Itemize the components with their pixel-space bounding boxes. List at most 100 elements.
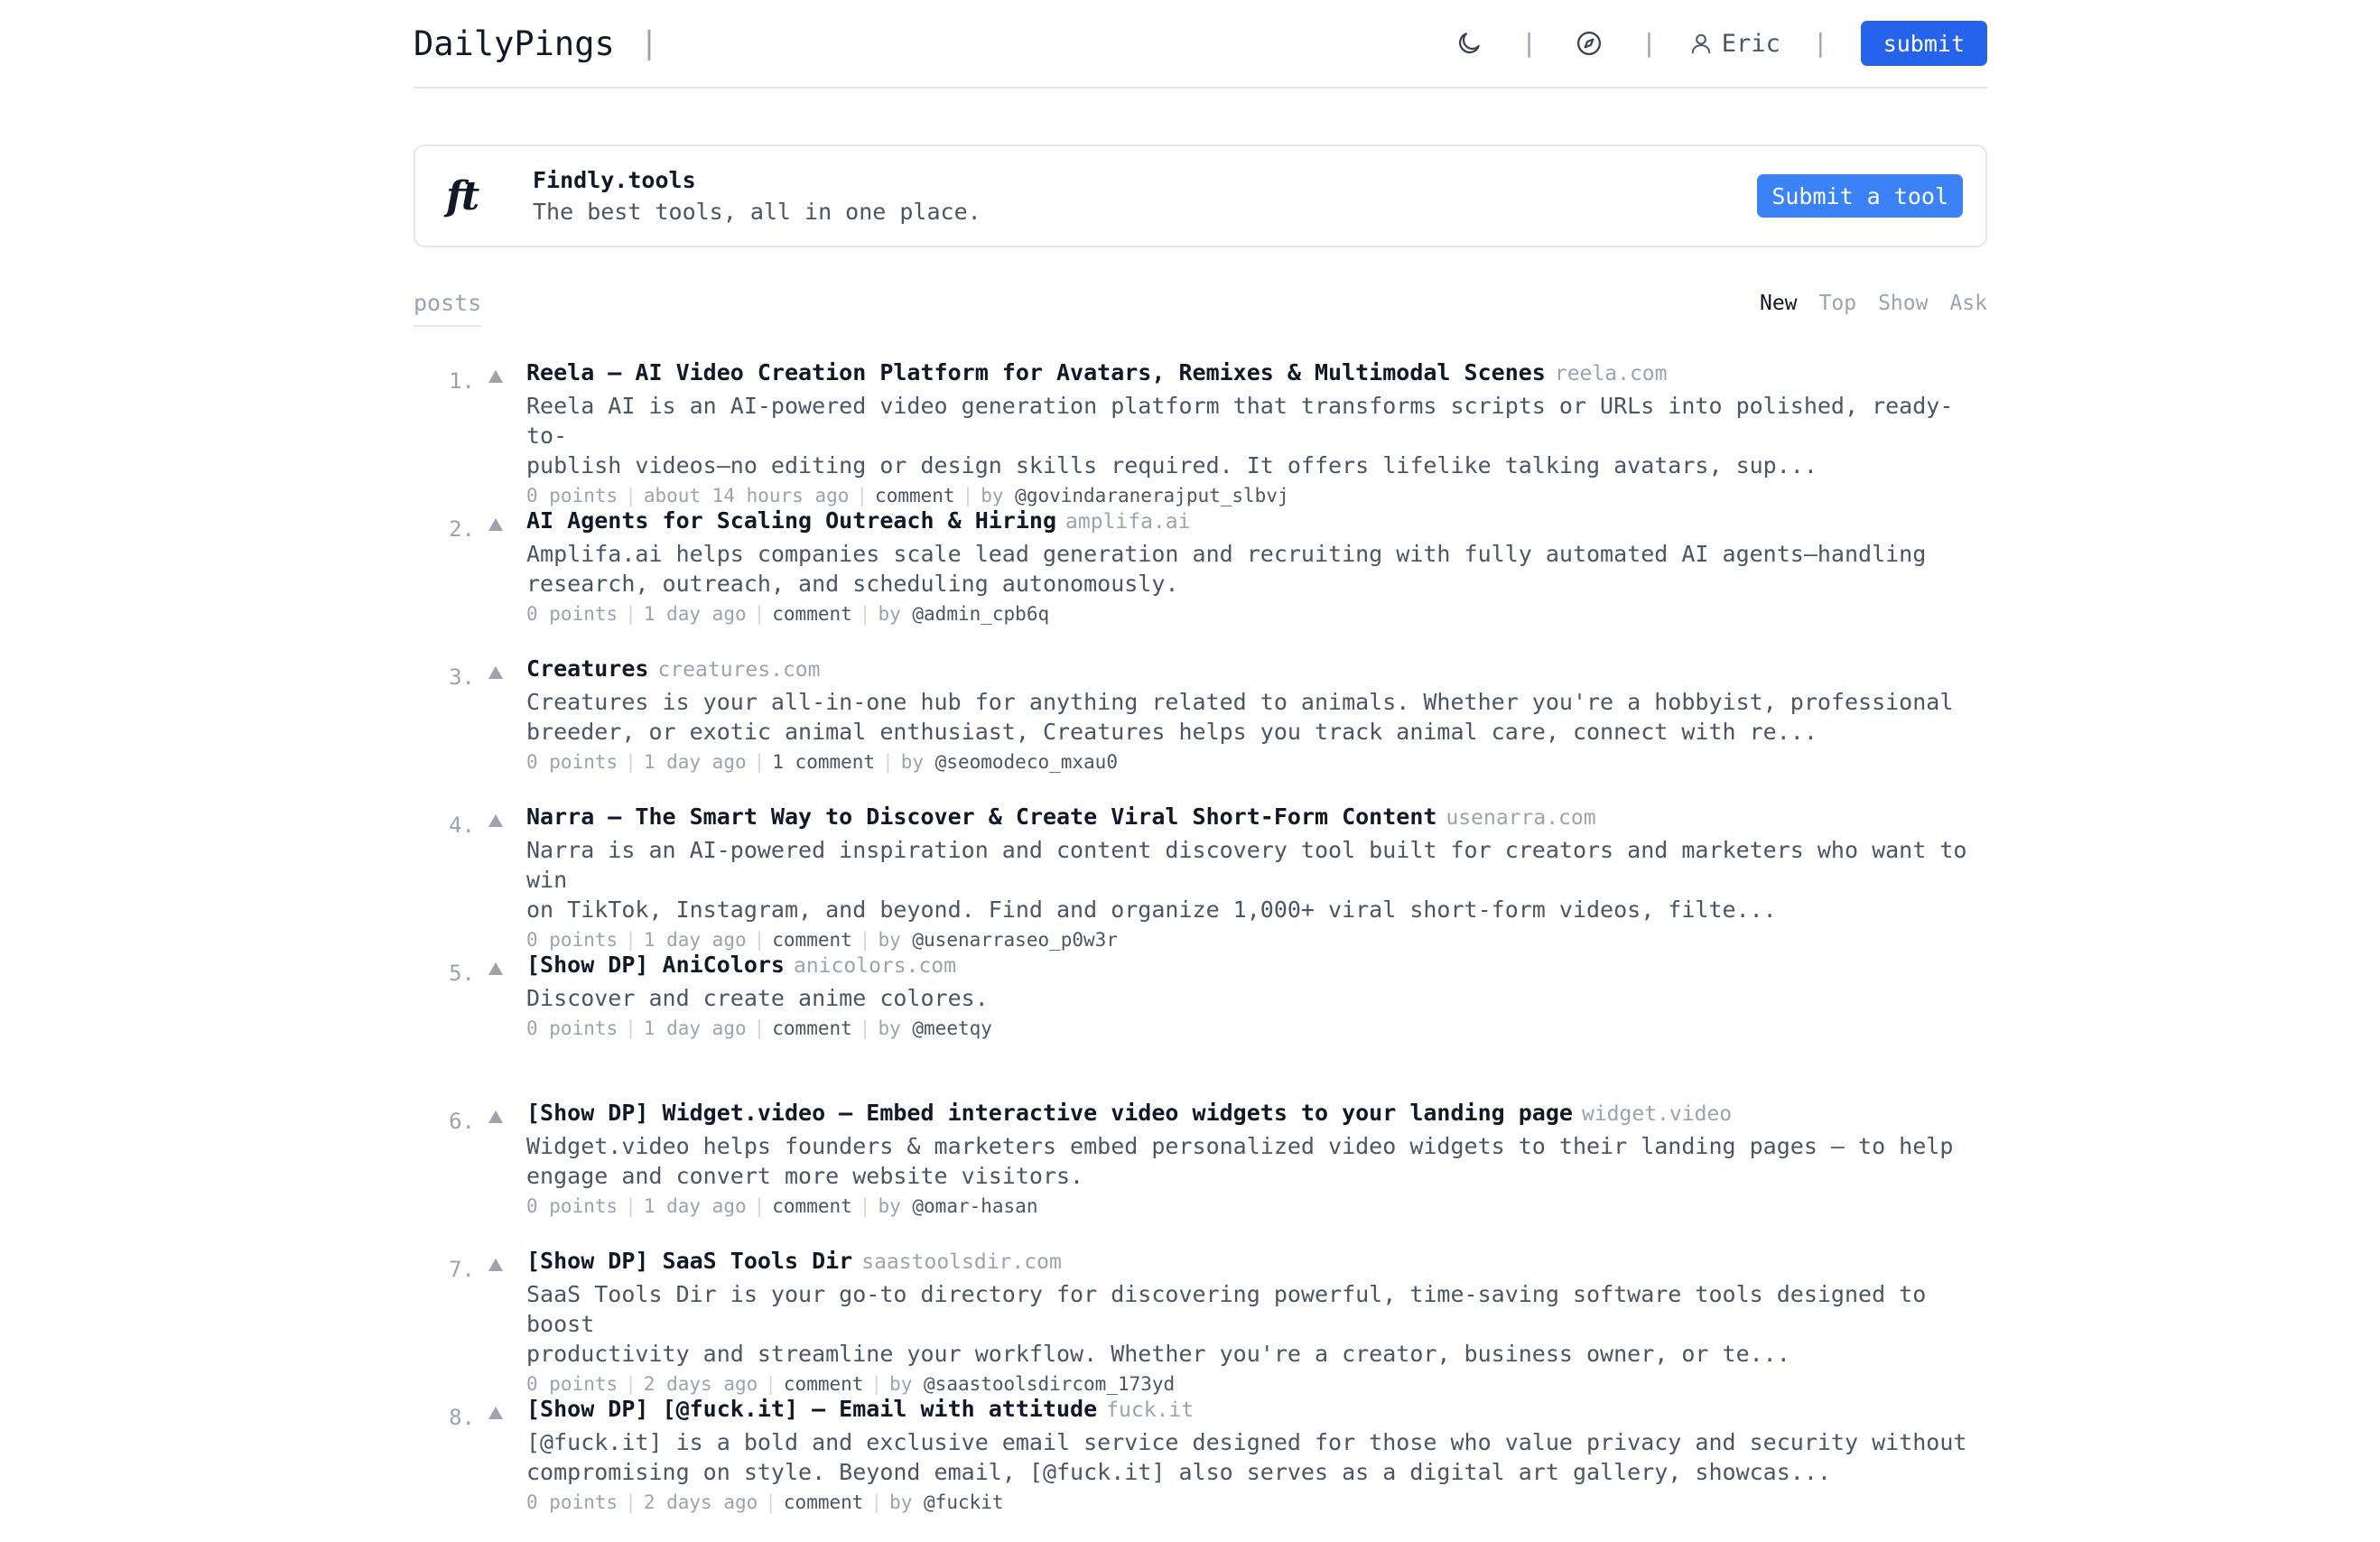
upvote-button[interactable] (475, 654, 516, 802)
post-body: Creatures creatures.com Creatures is your… (516, 654, 1987, 802)
post-time[interactable]: 1 day ago (644, 929, 747, 951)
upvote-button[interactable] (475, 1394, 516, 1542)
post-time[interactable]: 2 days ago (644, 1491, 758, 1513)
post-time[interactable]: 1 day ago (644, 1195, 747, 1217)
upvote-arrow-icon (488, 370, 503, 383)
post-domain[interactable]: creatures.com (657, 658, 820, 682)
post-title-line: [Show DP] Widget.video – Embed interacti… (526, 1098, 1987, 1129)
post-description-line: engage and convert more website visitors… (526, 1163, 1084, 1189)
post-description-line: Amplifa.ai helps companies scale lead ge… (526, 541, 1927, 567)
post-title[interactable]: Narra – The Smart Way to Discover & Crea… (526, 804, 1436, 830)
post-title-line: [Show DP] SaaS Tools Dir saastoolsdir.com (526, 1246, 1987, 1277)
upvote-button[interactable] (475, 506, 516, 654)
meta-divider: | (625, 1373, 637, 1395)
post-author[interactable]: @usenarraseo_p0w3r (912, 929, 1118, 951)
upvote-button[interactable] (475, 358, 516, 506)
post-domain[interactable]: reela.com (1555, 362, 1668, 386)
brand-logo[interactable]: DailyPings (414, 24, 615, 63)
post-description-line: Narra is an AI-powered inspiration and c… (526, 837, 1967, 893)
post-author[interactable]: @omar-hasan (912, 1195, 1037, 1217)
sponsor-title[interactable]: Findly.tools (533, 167, 1757, 193)
post-item: 2. AI Agents for Scaling Outreach & Hiri… (414, 506, 1987, 654)
post-comments-link[interactable]: comment (772, 1017, 852, 1039)
post-points: 0 points (526, 929, 618, 951)
post-title[interactable]: AI Agents for Scaling Outreach & Hiring (526, 507, 1056, 534)
post-time[interactable]: about 14 hours ago (644, 485, 850, 506)
post-rank: 3. (449, 664, 475, 690)
post-author[interactable]: @govindaranerajput_slbvj (1015, 485, 1288, 506)
post-domain[interactable]: fuck.it (1106, 1398, 1194, 1422)
post-comments-link[interactable]: comment (875, 485, 955, 506)
post-description-line: Reela AI is an AI-powered video generati… (526, 393, 1954, 449)
post-comments-link[interactable]: comment (772, 603, 852, 625)
posts-label: posts (414, 292, 482, 327)
post-body: Narra – The Smart Way to Discover & Crea… (516, 802, 1987, 951)
post-rank: 4. (449, 813, 475, 838)
post-author[interactable]: @fuckit (924, 1491, 1004, 1513)
moon-icon (1459, 33, 1480, 54)
post-title[interactable]: [Show DP] AniColors (526, 952, 785, 978)
post-body: [Show DP] SaaS Tools Dir saastoolsdir.com… (516, 1246, 1987, 1395)
meta-divider: | (859, 929, 871, 951)
post-item: 6. [Show DP] Widget.video – Embed intera… (414, 1098, 1987, 1246)
filter-new[interactable]: New (1760, 293, 1798, 314)
sponsor-card[interactable]: ft Findly.tools The best tools, all in o… (414, 144, 1987, 247)
posts-tabs-row: posts New Top Show Ask (414, 287, 1987, 327)
page: DailyPings | | | Eric | submit ft Findly… (414, 0, 1987, 1542)
explore-button[interactable] (1569, 23, 1609, 63)
post-time[interactable]: 1 day ago (644, 1017, 747, 1039)
post-time[interactable]: 2 days ago (644, 1373, 758, 1395)
post-title[interactable]: [Show DP] [@fuck.it] – Email with attitu… (526, 1396, 1097, 1422)
post-title[interactable]: [Show DP] Widget.video – Embed interacti… (526, 1100, 1573, 1126)
post-time[interactable]: 1 day ago (644, 603, 747, 625)
meta-divider: | (962, 485, 974, 506)
post-comments-link[interactable]: comment (772, 1195, 852, 1217)
post-rank: 1. (449, 368, 475, 394)
post-comments-link[interactable]: comment (784, 1491, 864, 1513)
post-title-line: Creatures creatures.com (526, 654, 1987, 684)
post-author[interactable]: @meetqy (912, 1017, 992, 1039)
post-domain[interactable]: usenarra.com (1446, 806, 1595, 830)
post-comments-link[interactable]: 1 comment (772, 751, 875, 773)
post-description-line: breeder, or exotic animal enthusiast, Cr… (526, 719, 1818, 745)
post-title[interactable]: [Show DP] SaaS Tools Dir (526, 1248, 852, 1274)
post-author[interactable]: @seomodeco_mxau0 (935, 751, 1118, 773)
upvote-button[interactable] (475, 802, 516, 950)
post-domain[interactable]: amplifa.ai (1065, 510, 1190, 534)
post-points: 0 points (526, 1491, 618, 1513)
post-comments-link[interactable]: comment (772, 929, 852, 951)
post-points: 0 points (526, 1017, 618, 1039)
post-item: 1. Reela – AI Video Creation Platform fo… (414, 358, 1987, 506)
post-time[interactable]: 1 day ago (644, 751, 747, 773)
filter-top[interactable]: Top (1819, 293, 1857, 314)
post-comments-link[interactable]: comment (784, 1373, 864, 1395)
upvote-arrow-icon (488, 1259, 503, 1271)
upvote-arrow-icon (488, 666, 503, 679)
submit-button[interactable]: submit (1860, 21, 1987, 66)
filter-ask[interactable]: Ask (1949, 293, 1987, 314)
submit-tool-button[interactable]: Submit a tool (1757, 174, 1963, 218)
post-description-line: Widget.video helps founders & marketers … (526, 1133, 1954, 1159)
upvote-button[interactable] (475, 1246, 516, 1394)
post-description-line: productivity and streamline your workflo… (526, 1341, 1790, 1367)
post-author[interactable]: @admin_cpb6q (912, 603, 1049, 625)
post-domain[interactable]: anicolors.com (794, 954, 956, 978)
post-title[interactable]: Reela – AI Video Creation Platform for A… (526, 359, 1546, 386)
meta-divider: | (753, 929, 766, 951)
post-author[interactable]: @saastoolsdircom_173yd (924, 1373, 1175, 1395)
meta-divider: | (765, 1491, 776, 1513)
post-domain[interactable]: widget.video (1582, 1102, 1732, 1126)
post-domain[interactable]: saastoolsdir.com (861, 1250, 1062, 1274)
post-title[interactable]: Creatures (526, 655, 648, 682)
upvote-button[interactable] (475, 950, 516, 1098)
upvote-button[interactable] (475, 1098, 516, 1246)
filter-show[interactable]: Show (1878, 293, 1928, 314)
user-menu[interactable]: Eric (1689, 30, 1780, 58)
post-rank: 6. (449, 1109, 475, 1134)
post-meta: 0 points | 1 day ago | 1 comment | by @seomode… (526, 748, 1987, 776)
meta-divider: | (753, 1017, 766, 1039)
upvote-arrow-icon (488, 814, 503, 827)
post-points: 0 points (526, 1373, 618, 1395)
divider: | (1521, 28, 1537, 58)
theme-toggle-button[interactable] (1449, 23, 1489, 63)
